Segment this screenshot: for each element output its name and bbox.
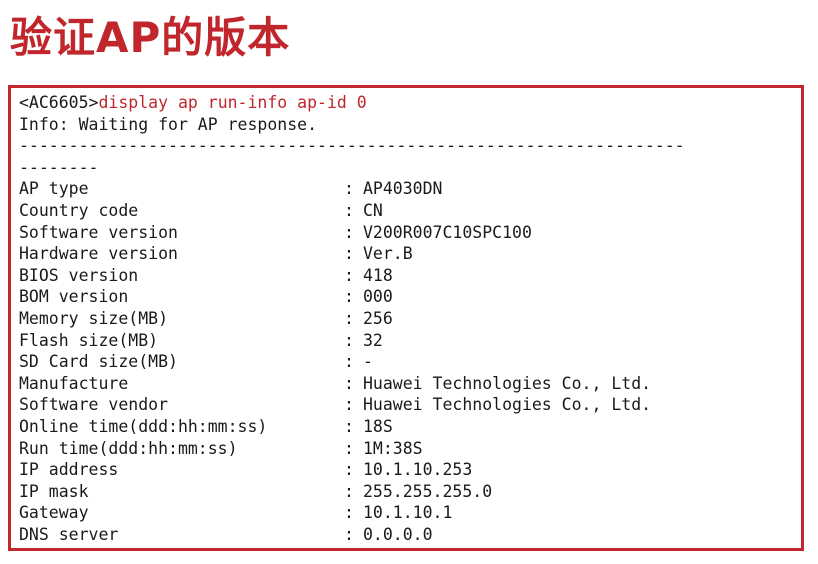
field-value: Ver.B: [363, 244, 413, 264]
field-label: Software vendor: [19, 395, 169, 415]
command: display ap run-info ap-id 0: [98, 93, 367, 112]
field-colon: :: [344, 416, 354, 436]
command-line: <AC6605>display ap run-info ap-id 0: [19, 92, 801, 114]
field-colon: :: [344, 352, 354, 372]
field-label: Memory size(MB): [19, 308, 169, 328]
field-row: Manufacture: Huawei Technologies Co., Ltd…: [19, 373, 801, 395]
field-colon: :: [344, 438, 354, 458]
field-label: DNS server: [19, 524, 119, 544]
field-label: Gateway: [19, 503, 89, 523]
field-list: AP type: AP4030DN Country code: CN Software …: [19, 178, 801, 545]
page-title: 验证AP的版本: [10, 13, 291, 62]
field-value: Huawei Technologies Co., Ltd.: [363, 395, 652, 415]
field-colon: :: [344, 222, 354, 242]
field-label: Country code: [19, 200, 139, 220]
field-row: Software version: V200R007C10SPC100: [19, 222, 801, 244]
separator-line: ----------------------------------------…: [19, 136, 685, 156]
field-value: 0.0.0.0: [363, 524, 433, 544]
field-value: AP4030DN: [363, 179, 443, 199]
field-colon: :: [344, 330, 354, 350]
field-colon: :: [344, 265, 354, 285]
field-row: SD Card size(MB): -: [19, 351, 801, 373]
field-colon: :: [344, 460, 354, 480]
field-label: Manufacture: [19, 373, 129, 393]
field-colon: :: [344, 524, 354, 544]
field-label: Run time(ddd:hh:mm:ss): [19, 438, 238, 458]
field-value: V200R007C10SPC100: [363, 222, 532, 242]
field-value: 1M:38S: [363, 438, 423, 458]
field-row: IP mask:255.255.255.0: [19, 481, 801, 503]
field-value: 32: [363, 330, 383, 350]
prompt: <AC6605>: [19, 93, 99, 112]
field-row: Flash size(MB):32: [19, 330, 801, 352]
field-label: SD Card size(MB): [19, 352, 178, 372]
field-label: AP type: [19, 179, 89, 199]
field-colon: :: [344, 200, 354, 220]
field-label: BIOS version: [19, 265, 139, 285]
field-label: Hardware version: [19, 244, 178, 264]
field-colon: :: [344, 244, 354, 264]
field-row: BIOS version:418: [19, 265, 801, 287]
field-row: AP type: AP4030DN: [19, 178, 801, 200]
field-value: 256: [363, 308, 393, 328]
field-row: Software vendor: Huawei Technologies Co.,…: [19, 394, 801, 416]
field-row: Online time(ddd:hh:mm:ss):18S: [19, 416, 801, 438]
field-row: Country code: CN: [19, 200, 801, 222]
field-value: 10.1.10.1: [363, 503, 453, 523]
field-label: Online time(ddd:hh:mm:ss): [19, 416, 268, 436]
field-colon: :: [344, 308, 354, 328]
field-row: Run time(ddd:hh:mm:ss):1M:38S: [19, 438, 801, 460]
field-value: Huawei Technologies Co., Ltd.: [363, 373, 652, 393]
field-label: Flash size(MB): [19, 330, 159, 350]
field-value: 18S: [363, 416, 393, 436]
field-value: 418: [363, 265, 393, 285]
field-row: Hardware version: Ver.B: [19, 243, 801, 265]
field-row: BOM version:000: [19, 286, 801, 308]
field-label: Software version: [19, 222, 178, 242]
field-row: Memory size(MB):256: [19, 308, 801, 330]
field-row: IP address:10.1.10.253: [19, 459, 801, 481]
field-row: DNS server:0.0.0.0: [19, 524, 801, 546]
field-colon: :: [344, 395, 354, 415]
field-value: 255.255.255.0: [363, 481, 493, 501]
field-value: -: [363, 352, 373, 372]
info-line: Info: Waiting for AP response.: [19, 114, 318, 134]
field-label: IP address: [19, 460, 119, 480]
separator-line-wrap: --------: [19, 157, 99, 177]
field-colon: :: [344, 287, 354, 307]
field-label: BOM version: [19, 287, 129, 307]
field-label: IP mask: [19, 481, 89, 501]
field-value: 10.1.10.253: [363, 460, 473, 480]
field-colon: :: [344, 179, 354, 199]
field-colon: :: [344, 503, 354, 523]
field-value: CN: [363, 200, 383, 220]
field-row: Gateway:10.1.10.1: [19, 502, 801, 524]
terminal-output: <AC6605>display ap run-info ap-id 0 Info…: [8, 85, 804, 551]
field-colon: :: [344, 481, 354, 501]
field-colon: :: [344, 373, 354, 393]
field-value: 000: [363, 287, 393, 307]
